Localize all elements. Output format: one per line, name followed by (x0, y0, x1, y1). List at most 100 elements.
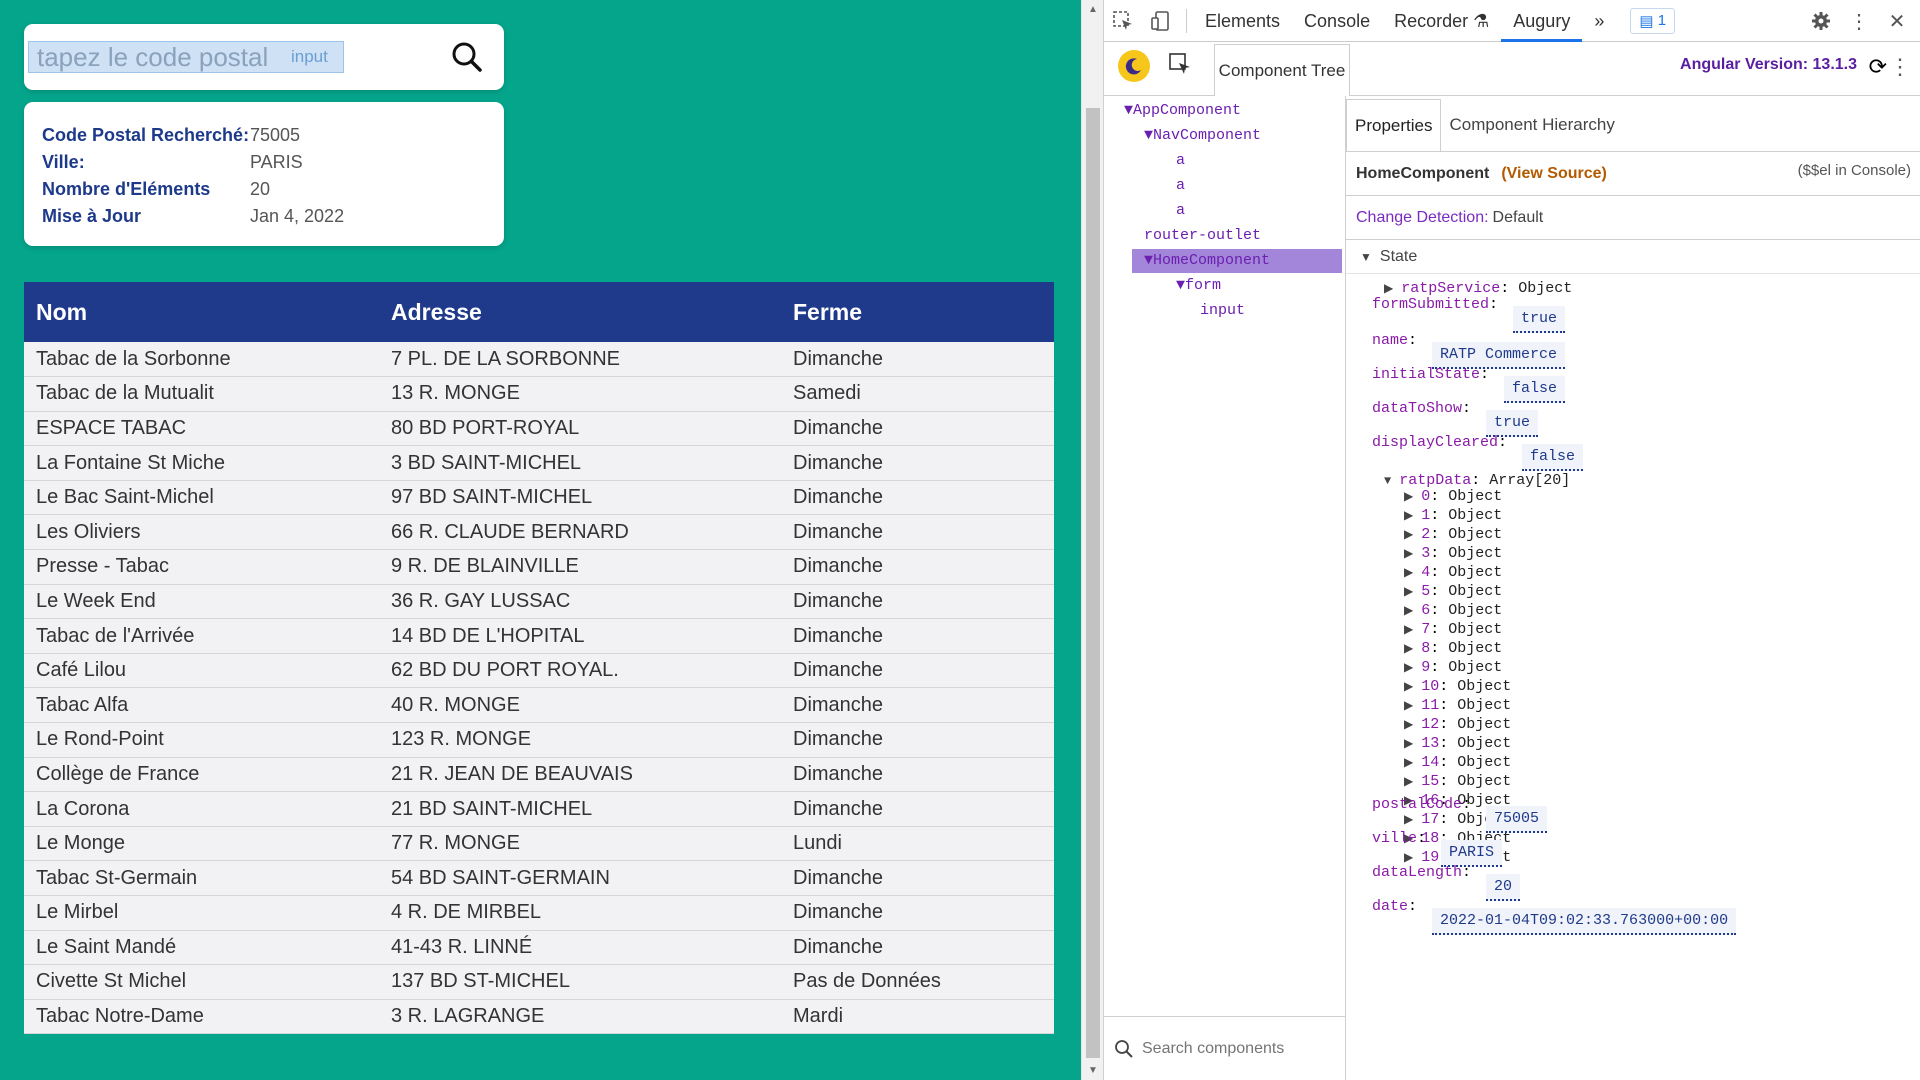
item-type: Object (1448, 621, 1503, 638)
cell-ferme: Samedi (793, 382, 861, 405)
expand-arrow-icon: ▶ (1404, 490, 1414, 504)
cell-ferme: Dimanche (793, 797, 884, 820)
table-row: La Fontaine St Miche 3 BD SAINT-MICHEL Dim… (24, 445, 1054, 481)
cell-ferme: Lundi (793, 832, 842, 855)
ratp-data-item[interactable]: ▶ 12: Object (1404, 716, 1511, 733)
cell-ferme: Dimanche (793, 624, 884, 647)
editable-value[interactable]: false (1504, 376, 1566, 403)
editable-value[interactable]: 20 (1486, 874, 1521, 901)
expand-arrow-icon: ▶ (1404, 642, 1414, 656)
item-index: 2 (1421, 526, 1431, 543)
message-count: 1 (1657, 12, 1667, 29)
search-button[interactable] (448, 38, 486, 76)
cell-ferme: Mardi (793, 1005, 844, 1028)
dark-mode-toggle-icon[interactable] (1118, 50, 1150, 82)
cell-ferme: Dimanche (793, 589, 884, 612)
cell-nom: Tabac de l'Arrivée (36, 624, 195, 647)
tree-node[interactable]: ▼form (1176, 274, 1221, 298)
tree-node[interactable]: a (1176, 199, 1185, 223)
table-row: Tabac de l'Arrivée 14 BD DE L'HOPITAL Dima… (24, 618, 1054, 654)
cell-adresse: 137 BD ST-MICHEL (391, 970, 570, 993)
tab-elements[interactable]: Elements (1193, 0, 1292, 42)
editable-value[interactable]: PARIS (1441, 840, 1503, 867)
scrollbar-thumb[interactable] (1086, 108, 1100, 1058)
more-tabs-button[interactable]: » (1582, 0, 1616, 42)
tree-node[interactable]: ▼HomeComponent (1132, 249, 1342, 273)
state-prop-ratpData[interactable]: ▼ ratpData: Array[20] (1384, 472, 1570, 489)
ratp-data-item[interactable]: ▶ 11: Object (1404, 697, 1511, 714)
properties-tab-bar: Properties Component Hierarchy (1346, 96, 1920, 152)
view-source-link[interactable]: (View Source) (1501, 165, 1607, 183)
scroll-down-icon[interactable]: ▼ (1088, 1065, 1098, 1076)
postal-code-input[interactable] (37, 41, 287, 73)
editable-value[interactable]: false (1522, 444, 1584, 471)
item-type: Object (1448, 602, 1503, 619)
tab-component-tree[interactable]: Component Tree (1214, 44, 1350, 96)
tree-node[interactable]: a (1176, 174, 1185, 198)
state-prop-ratpService[interactable]: ▶ ratpService: Object (1384, 280, 1572, 297)
devtools-right-icons: ⋮ ✕ (1802, 0, 1916, 42)
console-hint: ($$el in Console) (1797, 162, 1911, 179)
ratp-data-item[interactable]: ▶ 3: Object (1404, 545, 1502, 562)
state-prop-initialState: initialState: false (1372, 366, 1566, 403)
tab-recorder[interactable]: Recorder ⚗ (1382, 0, 1501, 42)
table-row: Tabac Notre-Dame 3 R. LAGRANGE Mardi (24, 999, 1054, 1034)
message-icon: ▤ (1639, 12, 1654, 30)
tree-node[interactable]: ▼NavComponent (1144, 124, 1261, 148)
ratp-data-item[interactable]: ▶ 13: Object (1404, 735, 1511, 752)
editable-value[interactable]: 2022-01-04T09:02:33.763000+00:00 (1432, 908, 1737, 935)
scroll-up-icon[interactable]: ▲ (1088, 4, 1098, 15)
cell-ferme: Dimanche (793, 659, 884, 682)
settings-gear-icon[interactable] (1802, 0, 1840, 42)
search-input-wrapper: input (28, 41, 344, 73)
editable-value[interactable]: true (1513, 306, 1566, 333)
table-row: Le Mirbel 4 R. DE MIRBEL Dimanche (24, 895, 1054, 931)
editable-value[interactable]: true (1486, 410, 1539, 437)
close-devtools-icon[interactable]: ✕ (1878, 0, 1916, 42)
ratp-data-item[interactable]: ▶ 2: Object (1404, 526, 1502, 543)
expand-arrow-icon: ▶ (1404, 585, 1414, 599)
ratp-data-item[interactable]: ▶ 0: Object (1404, 488, 1502, 505)
expand-arrow-icon: ▶ (1404, 547, 1414, 561)
state-section-header[interactable]: ▼ State (1346, 240, 1920, 274)
change-detection-row: Change Detection: Default (1346, 196, 1920, 240)
tab-component-hierarchy[interactable]: Component Hierarchy (1441, 99, 1622, 151)
ratp-data-item[interactable]: ▶ 1: Object (1404, 507, 1502, 524)
tree-node[interactable]: ▼AppComponent (1124, 99, 1241, 123)
ratp-data-item[interactable]: ▶ 15: Object (1404, 773, 1511, 790)
item-type: Object (1448, 640, 1503, 657)
ratp-data-item[interactable]: ▶ 5: Object (1404, 583, 1502, 600)
device-toolbar-icon[interactable] (1142, 0, 1180, 42)
info-row-postal-code: Code Postal Recherché: 75005 (42, 122, 504, 149)
page-scrollbar[interactable]: ▲ ▼ (1081, 0, 1103, 1080)
tab-augury[interactable]: Augury (1501, 0, 1583, 42)
tab-console[interactable]: Console (1292, 0, 1382, 42)
ratp-data-item[interactable]: ▶ 6: Object (1404, 602, 1502, 619)
editable-value[interactable]: RATP Commerce (1432, 342, 1566, 369)
ratp-data-item[interactable]: ▶ 14: Object (1404, 754, 1511, 771)
cell-ferme: Dimanche (793, 762, 884, 785)
component-search-input[interactable] (1142, 1039, 1342, 1058)
augury-menu-icon[interactable]: ⋮ (1889, 54, 1911, 80)
cell-nom: Le Week End (36, 589, 156, 612)
item-index: 4 (1421, 564, 1431, 581)
cell-nom: Le Saint Mandé (36, 935, 177, 958)
tree-node[interactable]: router-outlet (1144, 224, 1261, 248)
item-index: 15 (1421, 773, 1440, 790)
select-component-icon[interactable] (1168, 52, 1192, 81)
kebab-menu-icon[interactable]: ⋮ (1840, 0, 1878, 42)
inspect-element-icon[interactable] (1104, 0, 1142, 42)
messages-badge[interactable]: ▤ 1 (1630, 7, 1676, 34)
expand-arrow-icon: ▶ (1404, 566, 1414, 580)
ratp-data-item[interactable]: ▶ 10: Object (1404, 678, 1511, 695)
editable-value[interactable]: 75005 (1486, 806, 1548, 833)
ratp-data-item[interactable]: ▶ 8: Object (1404, 640, 1502, 657)
ratp-data-item[interactable]: ▶ 7: Object (1404, 621, 1502, 638)
tab-properties[interactable]: Properties (1346, 99, 1442, 151)
cell-adresse: 4 R. DE MIRBEL (391, 901, 542, 924)
tree-node[interactable]: input (1200, 299, 1245, 323)
refresh-icon[interactable]: ⟳ (1869, 54, 1887, 80)
ratp-data-item[interactable]: ▶ 4: Object (1404, 564, 1502, 581)
tree-node[interactable]: a (1176, 149, 1185, 173)
ratp-data-item[interactable]: ▶ 9: Object (1404, 659, 1502, 676)
